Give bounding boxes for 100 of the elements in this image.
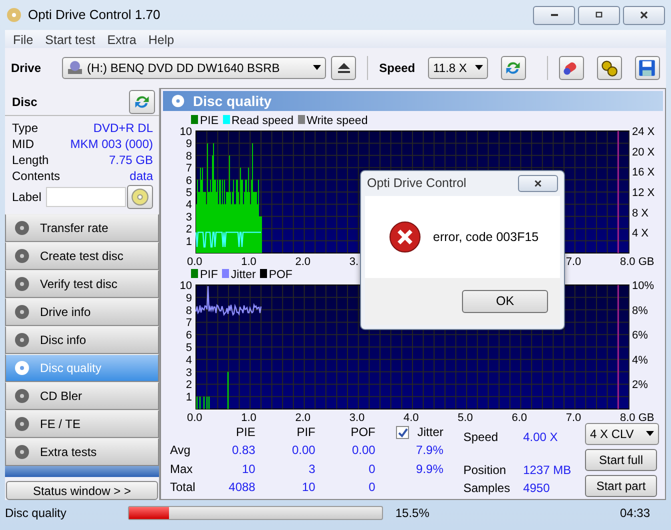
info-label: Samples [462, 480, 512, 497]
ok-button[interactable]: OK [462, 290, 548, 313]
axis-tick-label: 6 [186, 330, 192, 342]
label-field[interactable] [46, 187, 126, 207]
table-cell-text: 9.9% [415, 460, 444, 478]
menu-item[interactable]: Extra [101, 30, 142, 48]
axis-tick-label: 5.0 [458, 412, 473, 421]
legend-label: Write speed [306, 114, 368, 127]
elapsed-time: 04:33 [620, 505, 650, 522]
speed-select[interactable]: 11.8 X [428, 57, 488, 79]
nav-button[interactable]: FE / TE [5, 410, 159, 438]
drive-label: Drive [11, 60, 42, 77]
axis-tick-label: 6% [632, 330, 648, 342]
column-header: Jitter [417, 424, 444, 439]
jitter-checkbox[interactable] [396, 426, 410, 440]
axis-tick-label: 8 [186, 150, 192, 162]
menu-item[interactable]: Start test [39, 30, 102, 48]
table-cell-text: 7.9% [415, 442, 444, 460]
axis-tick-label: 8 X [632, 207, 649, 220]
panel-title: Disc quality [193, 92, 272, 111]
axis-tick-label: 3 [186, 366, 192, 379]
window-title: Opti Drive Control 1.70 [28, 6, 160, 24]
app-icon [6, 7, 22, 23]
refresh-button[interactable] [500, 56, 526, 80]
axis-tick-label: 5 [186, 342, 192, 354]
axis-tick-label: 2 [186, 379, 192, 392]
disc-icon [14, 444, 30, 460]
caret-icon [646, 431, 654, 437]
disc-icon [14, 248, 30, 264]
table-cell-text: 0.83 [231, 442, 256, 460]
axis-tick-label: 9 [186, 138, 192, 150]
legend-label: PIE [200, 114, 219, 127]
nav-button[interactable]: Verify test disc [5, 270, 159, 298]
axis-tick-label: 7 [186, 317, 192, 330]
axis-tick-label: 8% [632, 304, 648, 317]
disc-icon [14, 388, 30, 404]
field-value: 7.75 GB [108, 152, 153, 168]
table-cell-text: 4088 [228, 479, 256, 496]
axis-tick-label: 4% [632, 354, 648, 366]
refresh-icon [504, 59, 522, 77]
nav-button[interactable]: Create test disc [5, 242, 159, 270]
drive-select[interactable]: (H:) BENQ DVD DD DW1640 BSRB [62, 57, 326, 79]
axis-tick-label: 10% [632, 281, 654, 292]
axis-tick-label: 4 [186, 199, 192, 212]
field-value: MKM 003 (000) [70, 136, 153, 152]
axis-tick-label: 4 [186, 354, 192, 366]
info-label: Speed [462, 429, 500, 446]
column-header: POF [350, 424, 376, 441]
disc-icon [131, 188, 149, 206]
eject-button[interactable] [331, 56, 356, 80]
axis-tick-label: 4.0 [404, 412, 419, 421]
start-button[interactable]: Start full [585, 449, 657, 471]
menu-item[interactable]: File [7, 30, 40, 48]
status-window-button[interactable]: Status window > > [6, 481, 158, 500]
nav-button[interactable]: Transfer rate [5, 214, 159, 242]
info-value: 4.00 X [522, 429, 559, 446]
axis-tick-label: 7.0 [566, 412, 582, 421]
start-button[interactable]: Start part [585, 475, 657, 497]
status-text: Disc quality [5, 505, 66, 522]
field-label: MID [12, 136, 34, 152]
row-label: Max [169, 460, 194, 478]
axis-tick-label: 1.0 [241, 412, 256, 421]
axis-tick-label: 3. [349, 256, 359, 266]
field-label: Label [12, 189, 42, 205]
save-icon [638, 59, 656, 77]
refresh-button[interactable] [129, 90, 155, 114]
axis-tick-label: 7.0 [566, 256, 582, 266]
disc-icon [14, 416, 30, 432]
info-value: 1237 MB [522, 462, 572, 479]
eraser-button[interactable] [558, 56, 584, 80]
caret-icon [474, 65, 483, 71]
close-button[interactable] [623, 6, 665, 24]
nav-button[interactable]: Extra tests [5, 438, 159, 466]
field-label: Contents [12, 168, 60, 184]
table-cell-text: 0 [368, 479, 376, 496]
info-label: Position [462, 462, 508, 479]
error-icon [389, 221, 421, 253]
menu-item[interactable]: Help [142, 30, 180, 48]
table-cell-text: 10 [241, 460, 256, 478]
save-button[interactable] [634, 56, 660, 80]
column-header: PIF [296, 424, 316, 441]
speed-label: Speed [379, 60, 416, 77]
axis-tick-label: 12 X [632, 187, 655, 199]
nav-button[interactable]: Drive info [5, 298, 159, 326]
nav-button[interactable]: Disc info [5, 326, 159, 354]
disc-icon [14, 220, 30, 236]
axis-tick-label: 0.0 [187, 256, 202, 266]
maximize-button[interactable] [578, 6, 620, 24]
axis-tick-label: 9 [186, 292, 192, 304]
axis-tick-label: 7 [186, 162, 192, 175]
axis-tick-label: 1 [186, 392, 192, 404]
disc-icon [171, 94, 185, 108]
minimize-icon [550, 14, 558, 16]
disc-button[interactable] [127, 185, 153, 209]
nav-button[interactable]: CD Bler [5, 382, 159, 410]
close-button[interactable] [518, 175, 558, 192]
axis-tick-label: 6.0 [512, 412, 528, 421]
clv-select[interactable]: 4 X CLV [585, 423, 659, 445]
legend-label: PIF [200, 268, 218, 281]
disc-icon [14, 360, 30, 376]
